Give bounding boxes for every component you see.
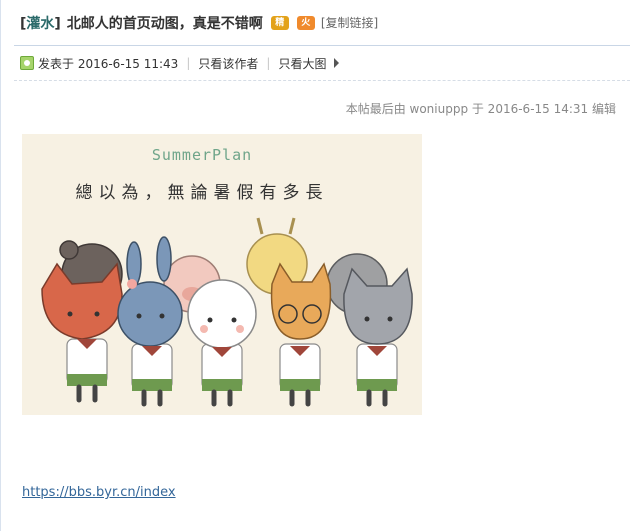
edit-note: 本帖最后由 woniuppp 于 2016-6-15 14:31 编辑 <box>345 102 616 116</box>
meta-divider: | <box>266 56 271 70</box>
thread-title-bar: [灌水] 北邮人的首页动图，真是不错啊 精 火 [复制链接] <box>14 0 630 46</box>
image-title: SummerPlan <box>152 146 252 164</box>
post-meta-bar: 发表于 2016-6-15 11:43 | 只看该作者 | 只看大图 <box>14 46 630 81</box>
thread-category-label[interactable]: 灌水 <box>26 16 54 32</box>
thread-category[interactable]: [灌水] <box>20 13 61 33</box>
image-caption: 總以為，無論暑假有多長 <box>76 183 329 203</box>
copy-link-button[interactable]: [复制链接] <box>321 14 378 31</box>
play-arrow-icon[interactable] <box>334 58 340 68</box>
thread-title: 北邮人的首页动图，真是不错啊 <box>66 15 263 32</box>
meta-divider: | <box>186 56 191 70</box>
summer-plan-illustration: SummerPlan 總以為，無論暑假有多長 <box>22 134 422 415</box>
post-frame-border <box>0 0 1 531</box>
post-timestamp: 发表于 2016-6-15 11:43 <box>38 56 179 71</box>
digest-badge-icon: 精 <box>270 15 289 30</box>
hot-badge-icon: 火 <box>296 15 315 30</box>
online-user-icon <box>20 56 34 70</box>
bbs-index-link[interactable]: https://bbs.byr.cn/index <box>22 485 176 500</box>
post-image[interactable]: SummerPlan 總以為，無論暑假有多長 <box>22 134 422 415</box>
only-author-link[interactable]: 只看该作者 <box>198 55 258 72</box>
big-image-link[interactable]: 只看大图 <box>278 55 326 72</box>
